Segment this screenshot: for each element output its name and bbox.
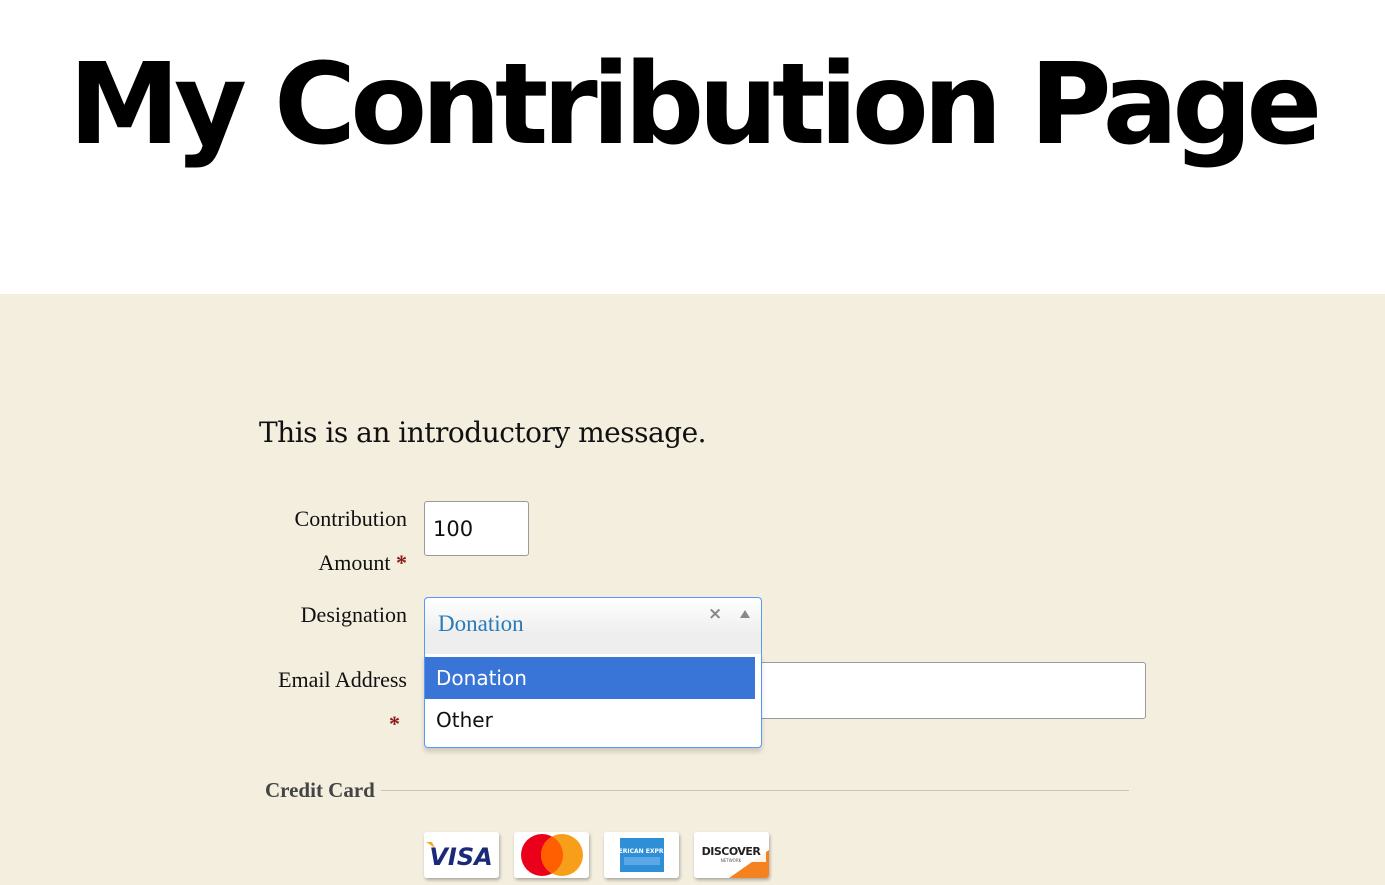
designation-option-donation[interactable]: Donation: [425, 657, 755, 699]
section-divider: [381, 790, 1129, 791]
page-header: My Contribution Page: [0, 0, 1385, 294]
amount-label-line1: Contribution: [294, 506, 407, 531]
designation-dropdown: Donation Other: [424, 654, 762, 748]
designation-selected-value: Donation: [438, 611, 524, 636]
discover-card-text: DISCOVER: [702, 845, 762, 858]
visa-card-text: VISA: [429, 843, 492, 871]
email-label: Email Address: [278, 667, 407, 692]
mastercard-card-icon[interactable]: [514, 832, 589, 878]
amex-card-icon[interactable]: AMERICAN EXPRESS: [604, 832, 679, 878]
designation-label: Designation: [300, 602, 407, 627]
visa-card-icon[interactable]: VISA: [424, 832, 499, 878]
credit-card-section-label: Credit Card: [265, 778, 375, 802]
discover-card-subtext: NETWORK: [721, 858, 742, 863]
email-address-input[interactable]: [740, 662, 1146, 719]
chevron-up-icon[interactable]: [740, 610, 750, 618]
amount-label-line2: Amount *: [207, 550, 407, 576]
intro-message: This is an introductory message.: [259, 416, 707, 449]
clear-selection-icon[interactable]: ×: [708, 604, 722, 624]
email-required-marker: *: [389, 711, 400, 736]
required-marker: *: [396, 550, 407, 575]
contribution-amount-input[interactable]: 100: [424, 501, 529, 556]
designation-select[interactable]: Donation ×: [424, 597, 762, 657]
amount-label-text: Amount: [318, 550, 391, 575]
contribution-form-area: This is an introductory message. Contrib…: [0, 294, 1385, 885]
page-title: My Contribution Page: [68, 40, 1323, 170]
amex-card-text: AMERICAN EXPRESS: [608, 848, 676, 855]
designation-option-other[interactable]: Other: [425, 699, 755, 741]
discover-card-icon[interactable]: DISCOVER NETWORK: [694, 832, 769, 878]
